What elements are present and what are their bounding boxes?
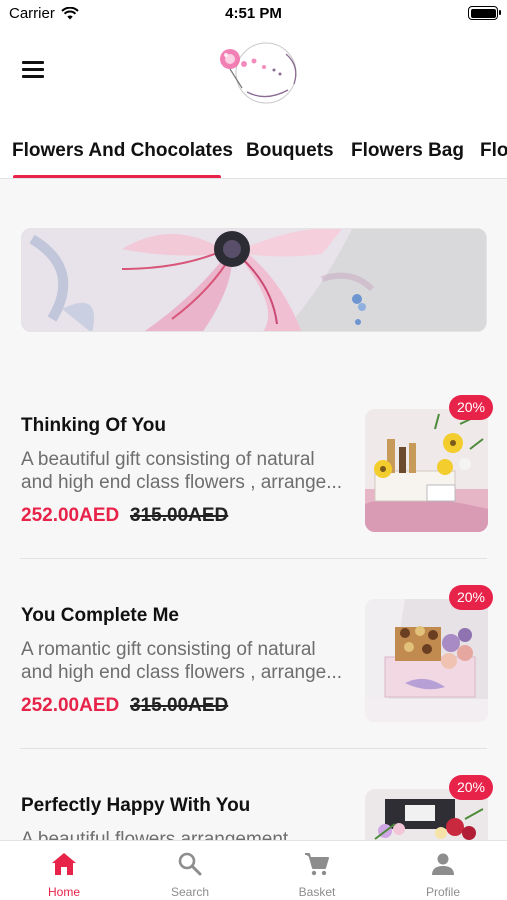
tab-bouquets[interactable]: Bouquets — [246, 140, 334, 162]
tab-flowers-and-chocolates[interactable]: Flowers And Chocolates — [12, 140, 233, 162]
status-time: 4:51 PM — [225, 5, 282, 22]
discount-badge: 20% — [449, 395, 493, 420]
nav-home-label: Home — [47, 885, 80, 899]
product-title[interactable]: Thinking Of You — [21, 415, 166, 437]
promo-banner[interactable] — [21, 228, 487, 332]
cart-icon — [305, 853, 329, 876]
product-image[interactable] — [365, 409, 488, 532]
product-description-line1: A romantic gift consisting of natural — [21, 639, 316, 660]
product-price: 252.00AED — [21, 505, 120, 526]
banner-flower-image — [22, 229, 486, 331]
product-card[interactable]: You Complete Me A romantic gift consisti… — [0, 559, 507, 749]
app-header — [0, 28, 507, 120]
product-old-price: 315.00AED — [130, 695, 229, 716]
home-icon — [52, 853, 76, 875]
product-description-line2: and high end class flowers , arrange... — [21, 662, 343, 683]
product-old-price: 315.00AED — [130, 505, 229, 526]
active-tab-indicator — [13, 175, 221, 178]
product-price: 252.00AED — [21, 695, 120, 716]
battery-icon — [468, 6, 501, 20]
search-icon — [178, 852, 202, 876]
nav-search[interactable]: Search — [127, 841, 253, 900]
product-title[interactable]: Perfectly Happy With You — [21, 795, 250, 817]
nav-search-label: Search — [170, 885, 210, 899]
bottom-navigation: Home Search Basket Profile — [0, 840, 507, 900]
product-card[interactable]: Thinking Of You A beautiful gift consist… — [0, 369, 507, 559]
nav-home[interactable]: Home — [1, 841, 127, 900]
nav-profile[interactable]: Profile — [380, 841, 506, 900]
profile-icon — [432, 853, 454, 875]
flower-gift-image — [365, 599, 488, 722]
discount-badge: 20% — [449, 775, 493, 800]
menu-button[interactable] — [22, 61, 48, 83]
product-image[interactable] — [365, 599, 488, 722]
hamburger-icon — [22, 61, 44, 64]
tab-flowers-bag[interactable]: Flowers Bag — [351, 140, 464, 162]
pink-mimosa-logo — [220, 42, 297, 104]
status-bar: Carrier 4:51 PM — [0, 0, 507, 28]
product-title[interactable]: You Complete Me — [21, 605, 179, 627]
product-description-line2: and high end class flowers , arrange... — [21, 472, 343, 493]
nav-profile-label: Profile — [425, 885, 460, 899]
category-tabs: Flowers And Chocolates Bouquets Flowers … — [0, 120, 507, 179]
nav-basket[interactable]: Basket — [254, 841, 380, 900]
flower-gift-image — [365, 409, 488, 532]
tab-flowers[interactable]: Flo — [480, 140, 507, 162]
discount-badge: 20% — [449, 585, 493, 610]
product-description-line1: A beautiful gift consisting of natural — [21, 449, 315, 470]
nav-basket-label: Basket — [298, 885, 336, 899]
